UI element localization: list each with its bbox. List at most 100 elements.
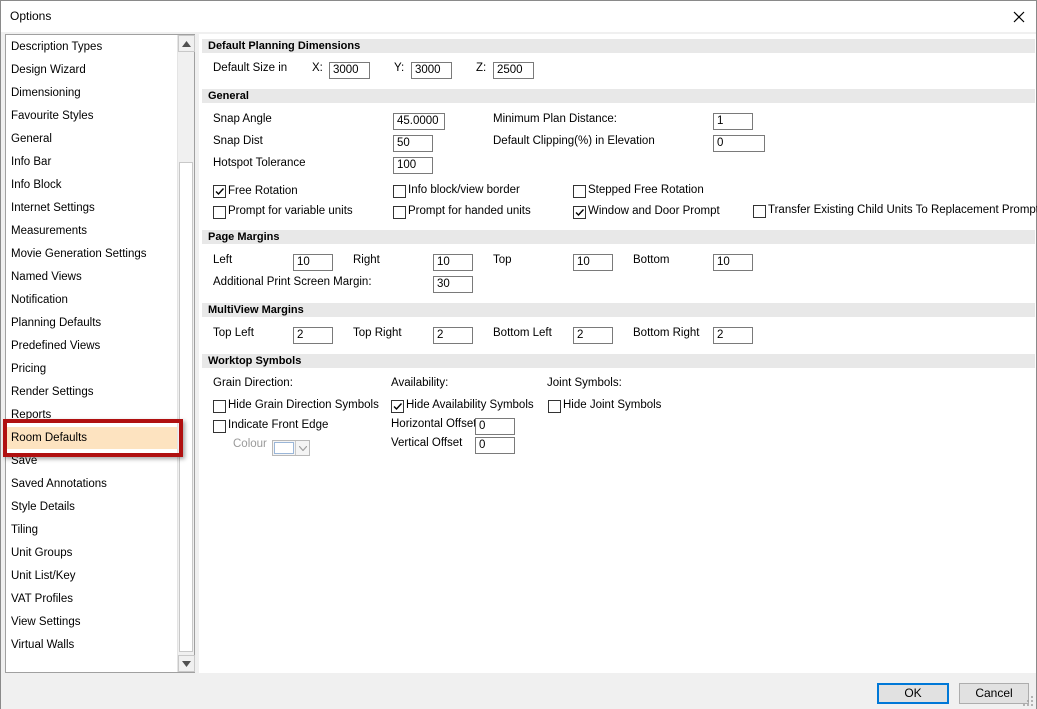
list-item-vat-profiles[interactable]: VAT Profiles — [6, 588, 178, 610]
list-item-movie-generation-settings[interactable]: Movie Generation Settings — [6, 243, 178, 265]
info-block-border-checkbox[interactable] — [393, 185, 406, 198]
close-button[interactable] — [1002, 1, 1036, 32]
list-item-favourite-styles[interactable]: Favourite Styles — [6, 105, 178, 127]
size-z-input[interactable]: 2500 — [493, 62, 534, 79]
list-item-predefined-views[interactable]: Predefined Views — [6, 335, 178, 357]
list-item-tiling[interactable]: Tiling — [6, 519, 178, 541]
chevron-down-icon — [298, 445, 307, 451]
hotspot-tolerance-input[interactable]: 100 — [393, 157, 433, 174]
list-item-save[interactable]: Save — [6, 450, 178, 472]
list-item-dimensioning[interactable]: Dimensioning — [6, 82, 178, 104]
scroll-up-button[interactable] — [178, 35, 195, 52]
mv-top-right-label: Top Right — [353, 327, 402, 339]
prompt-handed-units-checkbox[interactable] — [393, 206, 406, 219]
snap-dist-label: Snap Dist — [213, 135, 263, 147]
list-item-general[interactable]: General — [6, 128, 178, 150]
list-item-view-settings[interactable]: View Settings — [6, 611, 178, 633]
mv-bottom-right-input[interactable]: 2 — [713, 327, 753, 344]
horizontal-offset-label: Horizontal Offset — [391, 418, 477, 430]
hide-joint-symbols-checkbox[interactable] — [548, 400, 561, 413]
list-item-unit-groups[interactable]: Unit Groups — [6, 542, 178, 564]
mv-top-left-label: Top Left — [213, 327, 254, 339]
list-item-saved-annotations[interactable]: Saved Annotations — [6, 473, 178, 495]
x-label: X: — [312, 62, 323, 74]
list-item-design-wizard[interactable]: Design Wizard — [6, 59, 178, 81]
size-y-input[interactable]: 3000 — [411, 62, 452, 79]
vertical-offset-input[interactable]: 0 — [475, 437, 515, 454]
snap-angle-label: Snap Angle — [213, 113, 272, 125]
stepped-free-rotation-label: Stepped Free Rotation — [588, 184, 704, 196]
list-item-reports[interactable]: Reports — [6, 404, 178, 426]
min-plan-distance-label: Minimum Plan Distance: — [493, 113, 617, 125]
list-scrollbar[interactable] — [177, 35, 195, 672]
list-item-notification[interactable]: Notification — [6, 289, 178, 311]
scroll-down-button[interactable] — [178, 655, 195, 672]
free-rotation-label: Free Rotation — [228, 185, 298, 197]
mv-bottom-left-input[interactable]: 2 — [573, 327, 613, 344]
default-clipping-input[interactable]: 0 — [713, 135, 765, 152]
hide-availability-checkbox[interactable] — [391, 400, 404, 413]
resize-grip-icon[interactable] — [1022, 695, 1034, 707]
category-list[interactable]: Description Types Design Wizard Dimensio… — [5, 34, 195, 673]
margin-bottom-input[interactable]: 10 — [713, 254, 753, 271]
default-clipping-label: Default Clipping(%) in Elevation — [493, 135, 655, 147]
checkmark-icon — [215, 188, 225, 196]
default-size-label: Default Size in — [213, 62, 288, 74]
stepped-free-rotation-checkbox[interactable] — [573, 185, 586, 198]
colour-dropdown[interactable] — [272, 440, 310, 456]
window-door-prompt-checkbox[interactable] — [573, 206, 586, 219]
horizontal-offset-input[interactable]: 0 — [475, 418, 515, 435]
prompt-variable-units-checkbox[interactable] — [213, 206, 226, 219]
list-item-measurements[interactable]: Measurements — [6, 220, 178, 242]
chevron-down-icon — [182, 660, 191, 667]
list-item-style-details[interactable]: Style Details — [6, 496, 178, 518]
margin-right-input[interactable]: 10 — [433, 254, 473, 271]
transfer-child-units-label: Transfer Existing Child Units To Replace… — [768, 204, 1037, 216]
margin-top-input[interactable]: 10 — [573, 254, 613, 271]
colour-label: Colour — [233, 438, 267, 450]
list-item-description-types[interactable]: Description Types — [6, 36, 178, 58]
mv-top-left-input[interactable]: 2 — [293, 327, 333, 344]
scroll-thumb[interactable] — [179, 162, 193, 652]
list-item-unit-list-key[interactable]: Unit List/Key — [6, 565, 178, 587]
margin-left-input[interactable]: 10 — [293, 254, 333, 271]
list-item-named-views[interactable]: Named Views — [6, 266, 178, 288]
list-item-pricing[interactable]: Pricing — [6, 358, 178, 380]
mv-top-right-input[interactable]: 2 — [433, 327, 473, 344]
section-header-planning-dimensions: Default Planning Dimensions — [202, 39, 1035, 53]
window-title: Options — [10, 9, 52, 23]
snap-angle-input[interactable]: 45.0000 — [393, 113, 445, 130]
close-icon — [1013, 11, 1025, 22]
size-x-input[interactable]: 3000 — [329, 62, 370, 79]
availability-label: Availability: — [391, 377, 449, 389]
prompt-variable-units-label: Prompt for variable units — [228, 205, 353, 217]
free-rotation-checkbox[interactable] — [213, 185, 226, 198]
list-item-info-block[interactable]: Info Block — [6, 174, 178, 196]
section-header-page-margins: Page Margins — [202, 230, 1035, 244]
list-item-planning-defaults[interactable]: Planning Defaults — [6, 312, 178, 334]
section-header-multiview-margins: MultiView Margins — [202, 303, 1035, 317]
hide-grain-direction-checkbox[interactable] — [213, 400, 226, 413]
colour-swatch — [274, 442, 294, 454]
additional-print-margin-input[interactable]: 30 — [433, 276, 473, 293]
list-item-render-settings[interactable]: Render Settings — [6, 381, 178, 403]
list-item-virtual-walls[interactable]: Virtual Walls — [6, 634, 178, 656]
checkmark-icon — [393, 403, 403, 411]
margin-top-label: Top — [493, 254, 512, 266]
hide-availability-label: Hide Availability Symbols — [406, 399, 534, 411]
options-dialog: Options Description Types Design Wizard … — [0, 0, 1037, 709]
info-block-border-label: Info block/view border — [408, 184, 520, 196]
z-label: Z: — [476, 62, 487, 74]
settings-panel: Default Planning Dimensions Default Size… — [199, 34, 1037, 673]
cancel-button[interactable]: Cancel — [959, 683, 1029, 704]
category-list-items: Description Types Design Wizard Dimensio… — [6, 35, 178, 672]
snap-dist-input[interactable]: 50 — [393, 135, 433, 152]
transfer-child-units-checkbox[interactable] — [753, 205, 766, 218]
ok-button[interactable]: OK — [877, 683, 949, 704]
margin-left-label: Left — [213, 254, 233, 266]
min-plan-distance-input[interactable]: 1 — [713, 113, 753, 130]
list-item-room-defaults[interactable]: Room Defaults — [6, 427, 178, 449]
indicate-front-edge-checkbox[interactable] — [213, 420, 226, 433]
list-item-internet-settings[interactable]: Internet Settings — [6, 197, 178, 219]
list-item-info-bar[interactable]: Info Bar — [6, 151, 178, 173]
